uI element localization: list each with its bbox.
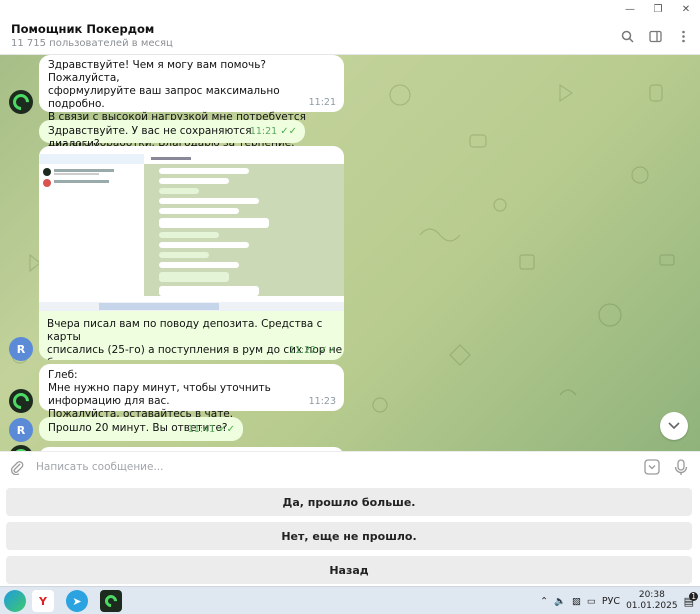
message-text: сформулируйте ваш запрос максимально под… — [48, 85, 280, 110]
attached-screenshot[interactable] — [39, 146, 344, 311]
message-time: 11:22 — [288, 345, 317, 356]
input-language[interactable]: РУС — [602, 596, 620, 607]
system-clock[interactable]: 20:38 01.01.2025 — [626, 590, 678, 612]
reply-keyboard: Да, прошло больше. Нет, еще не прошло. Н… — [0, 483, 700, 586]
speaker-icon[interactable]: 🔈 — [554, 596, 566, 607]
window-titlebar: — ❐ ✕ — [0, 0, 700, 18]
user-avatar[interactable]: R — [9, 418, 33, 442]
message-time: 11:23 — [308, 396, 336, 407]
restore-icon[interactable]: ❐ — [644, 0, 672, 18]
chevron-down-icon — [668, 422, 680, 430]
chat-title: Помощник Покердом — [11, 22, 155, 36]
message-bubble: Здравствуйте! Чем я могу вам помочь? Пож… — [39, 55, 344, 149]
clock-time: 20:38 — [638, 590, 665, 600]
battery-icon[interactable]: ▭ — [587, 596, 596, 607]
read-checks-icon: ✓✓ — [280, 126, 297, 137]
chat-subtitle: 11 715 пользователей в месяц — [11, 38, 173, 49]
message-time: 11:21 — [308, 97, 336, 108]
chat-messages[interactable]: Здравствуйте! Чем я могу вам помочь? Пож… — [0, 55, 700, 451]
bot-avatar[interactable] — [9, 389, 33, 413]
sidebar-toggle-icon[interactable] — [646, 27, 664, 45]
edge-browser-icon[interactable] — [4, 590, 26, 612]
user-avatar[interactable]: R — [9, 337, 33, 361]
read-checks-icon: ✓✓ — [218, 424, 235, 435]
message-text: Мне нужно пару минут, чтобы уточнить инф… — [48, 382, 271, 407]
message-composer: Написать сообщение... — [0, 451, 700, 483]
message-bubble-photo: Вчера писал вам по поводу депозита. Сред… — [39, 146, 344, 360]
chat-header[interactable]: Помощник Покердом 11 715 пользователей в… — [0, 18, 700, 55]
notifications-icon[interactable]: ▤ 1 — [684, 591, 698, 608]
message-time: 11:21 — [249, 126, 278, 137]
pokerdom-icon[interactable] — [100, 590, 122, 612]
notification-count: 1 — [689, 591, 698, 601]
more-vertical-icon[interactable] — [674, 27, 692, 45]
telegram-icon[interactable]: ➤ — [66, 590, 88, 612]
microphone-icon[interactable] — [674, 459, 688, 479]
message-text: Глеб: — [48, 369, 78, 381]
network-icon[interactable]: ▧ — [572, 596, 581, 607]
minimize-icon[interactable]: — — [616, 0, 644, 18]
bot-avatar[interactable] — [9, 90, 33, 114]
message-bubble: Глеб: Мне нужно пару минут, чтобы уточни… — [39, 364, 344, 420]
scroll-down-button[interactable] — [660, 412, 688, 440]
search-icon[interactable] — [618, 27, 636, 45]
chevron-up-icon[interactable]: ⌃ — [540, 596, 548, 607]
read-checks-icon: ✓✓ — [319, 345, 336, 356]
message-text: Вчера писал вам по поводу депозита. Сред… — [47, 318, 323, 343]
attach-icon[interactable] — [10, 460, 24, 478]
reply-button-no[interactable]: Нет, еще не прошло. — [6, 522, 692, 550]
message-input[interactable]: Написать сообщение... — [36, 461, 163, 473]
close-icon[interactable]: ✕ — [672, 0, 700, 18]
reply-button-yes[interactable]: Да, прошло больше. — [6, 488, 692, 516]
message-text: Здравствуйте! Чем я могу вам помочь? Пож… — [48, 59, 266, 84]
taskbar: Y ➤ ⌃ 🔈 ▧ ▭ РУС 20:38 01.01.2025 ▤ 1 — [0, 586, 700, 614]
message-bubble: Прошло 20 минут. Вы ответите? 11:41 ✓✓ — [39, 417, 243, 441]
bot-keyboard-icon[interactable] — [644, 459, 660, 478]
message-bubble: Здравствуйте. У вас не сохраняются диало… — [39, 120, 305, 150]
yandex-browser-icon[interactable]: Y — [32, 590, 54, 612]
reply-button-back[interactable]: Назад — [6, 556, 692, 584]
clock-date: 01.01.2025 — [626, 601, 678, 611]
message-time: 11:41 — [187, 424, 216, 435]
screenshot-image — [39, 146, 344, 311]
